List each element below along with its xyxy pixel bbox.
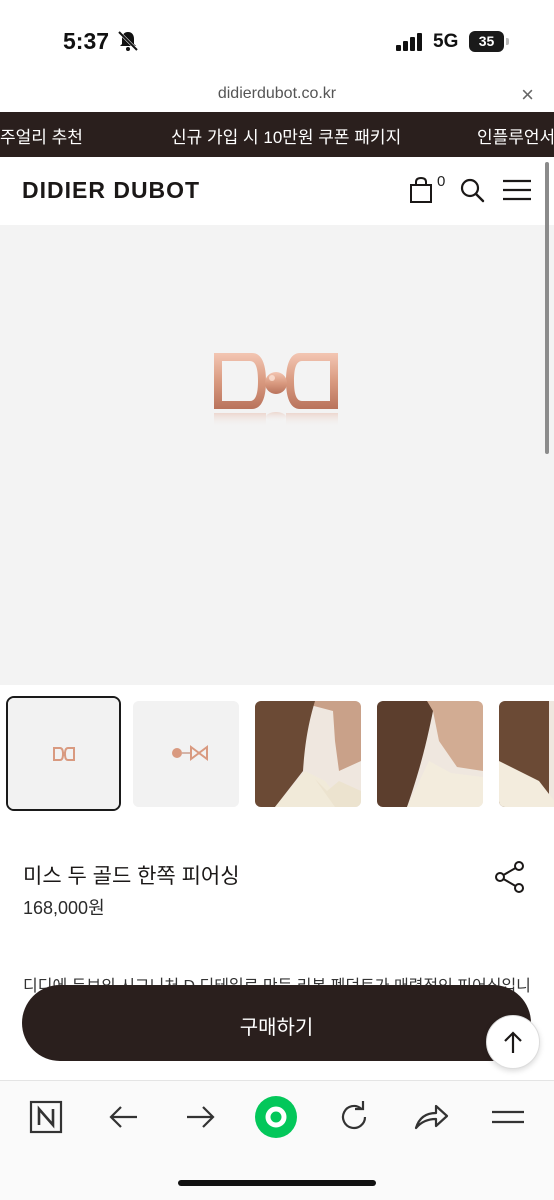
earring-side-image	[133, 701, 239, 807]
earring-thumb-image	[8, 698, 119, 809]
share-arrow-icon[interactable]	[411, 1097, 451, 1137]
close-icon[interactable]: ×	[521, 82, 534, 108]
product-price: 168,000원	[23, 898, 105, 918]
thumbnail-model-wearing-1[interactable]	[255, 701, 361, 807]
forward-arrow-icon[interactable]	[180, 1097, 220, 1137]
url-domain[interactable]: didierdubot.co.kr	[0, 85, 554, 103]
thumbnail-product-side[interactable]	[133, 701, 239, 807]
scroll-indicator[interactable]	[545, 162, 549, 454]
promo-item[interactable]: 주얼리 추천	[0, 123, 83, 148]
network-label: 5G	[433, 31, 459, 52]
buy-button-label: 구매하기	[239, 1017, 314, 1039]
earring-image	[214, 353, 338, 427]
brand-logo[interactable]: DIDIER DUBOT	[22, 177, 200, 204]
battery-icon: 35	[469, 31, 509, 52]
signal-icon	[396, 33, 422, 51]
bell-muted-icon	[117, 30, 139, 52]
naver-home-icon[interactable]	[26, 1097, 66, 1137]
green-dot-icon[interactable]	[254, 1095, 298, 1139]
arrow-up-icon	[504, 1031, 522, 1053]
cart-count: 0	[437, 173, 446, 190]
tabs-menu-icon[interactable]	[488, 1097, 528, 1137]
thumbnail-model-wearing-3[interactable]	[499, 701, 554, 807]
model-photo	[377, 701, 483, 807]
promo-item[interactable]: 신규 가입 시 10만원 쿠폰 패키지	[171, 123, 401, 148]
shopping-bag-icon[interactable]	[409, 176, 433, 204]
status-bar: 5:37 5G 35	[0, 0, 554, 78]
scroll-to-top-button[interactable]	[486, 1015, 540, 1069]
search-icon[interactable]	[459, 177, 485, 203]
url-bar[interactable]: didierdubot.co.kr ×	[0, 78, 554, 112]
thumbnail-carousel[interactable]	[0, 695, 554, 813]
model-photo	[255, 701, 361, 807]
product-main-image[interactable]	[0, 225, 554, 685]
status-time: 5:37	[63, 28, 110, 54]
home-indicator	[178, 1180, 376, 1186]
share-icon[interactable]	[494, 860, 526, 894]
thumbnail-product-front[interactable]	[6, 696, 121, 811]
hamburger-menu-icon[interactable]	[502, 179, 532, 201]
site-header: DIDIER DUBOT 0	[0, 157, 554, 225]
reload-icon[interactable]	[334, 1097, 374, 1137]
buy-button[interactable]: 구매하기	[22, 985, 531, 1061]
back-arrow-icon[interactable]	[104, 1097, 144, 1137]
model-photo	[499, 701, 554, 807]
thumbnail-model-wearing-2[interactable]	[377, 701, 483, 807]
promo-banner: 주얼리 추천 신규 가입 시 10만원 쿠폰 패키지 인플루언서	[0, 112, 554, 157]
promo-item[interactable]: 인플루언서	[477, 123, 554, 148]
product-name: 미스 두 골드 한쪽 피어싱	[23, 865, 240, 888]
battery-level: 35	[478, 33, 495, 49]
